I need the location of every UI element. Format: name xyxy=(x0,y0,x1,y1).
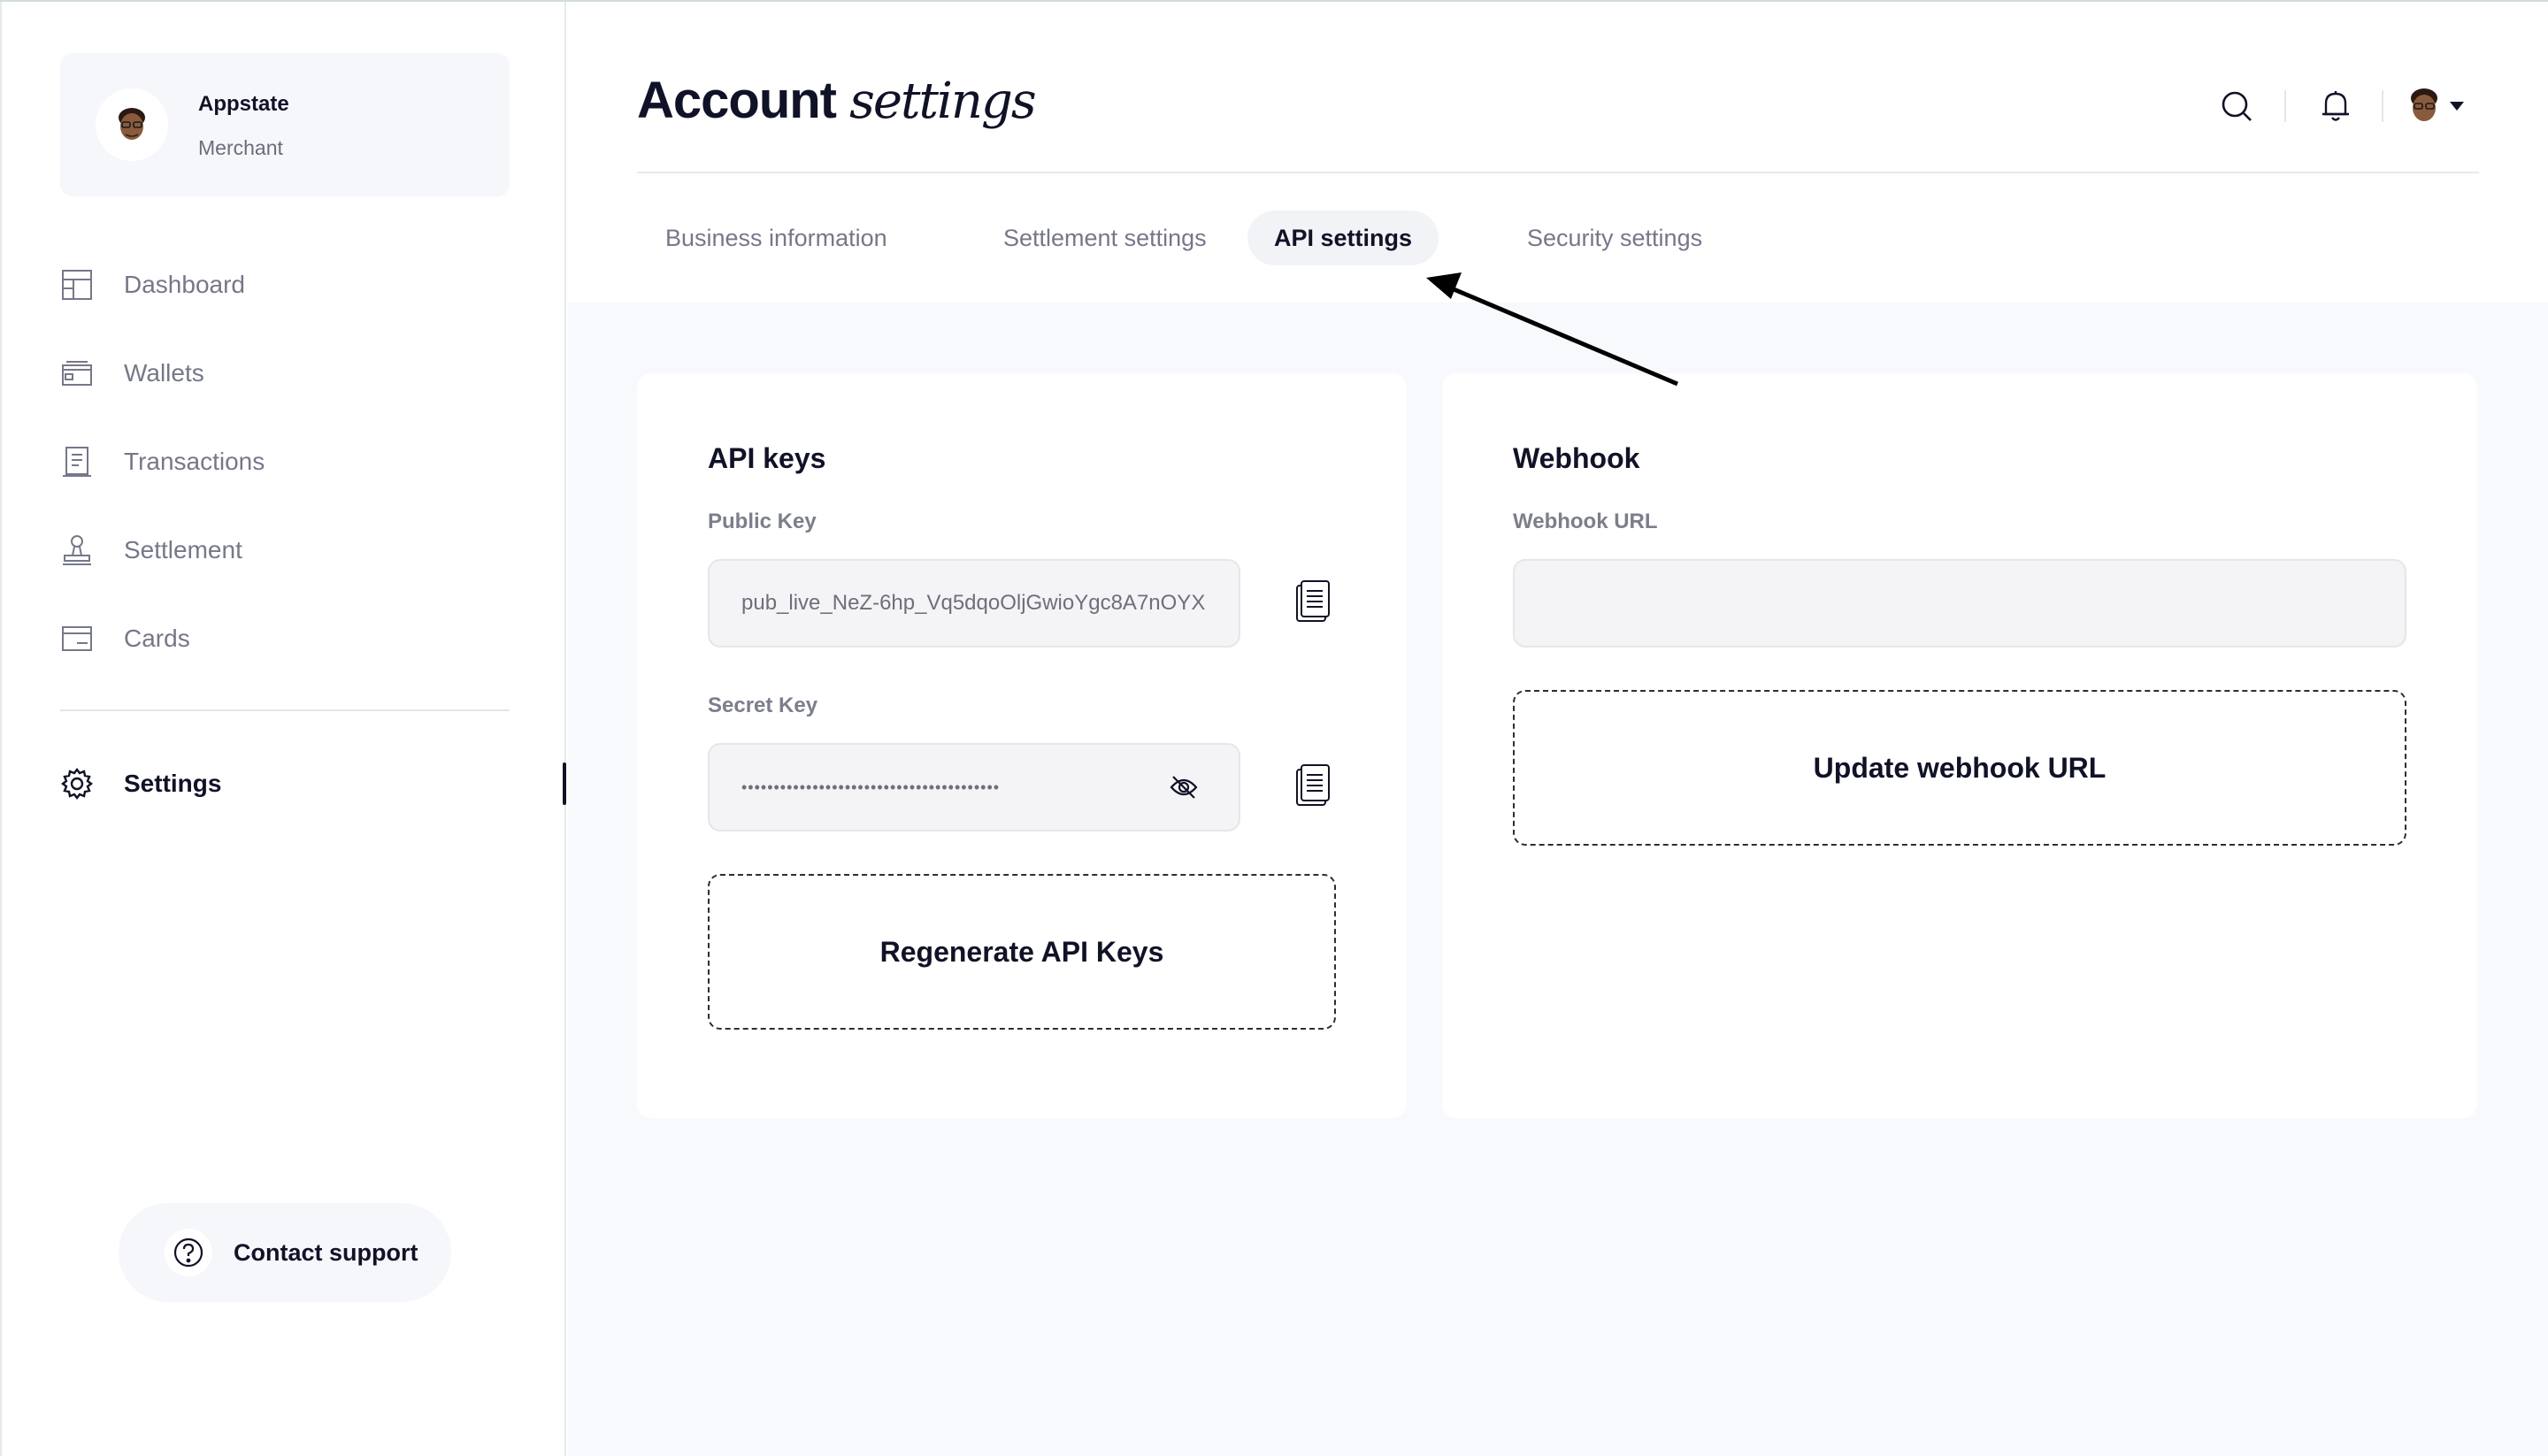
sidebar-item-cards[interactable]: Cards xyxy=(60,612,510,665)
sidebar-item-label: Cards xyxy=(124,625,190,652)
sidebar-divider xyxy=(60,709,510,711)
main-header: Account settings Business information Se… xyxy=(568,2,2548,303)
main-content: Account settings Business information Se… xyxy=(568,2,2548,1456)
sidebar-item-label: Wallets xyxy=(124,359,204,387)
public-key-field[interactable]: pub_live_NeZ-6hp_Vq5dqoOljGwioYgc8A7nOYX xyxy=(708,559,1240,648)
update-webhook-url-button[interactable]: Update webhook URL xyxy=(1513,690,2406,846)
sidebar-item-wallets[interactable]: Wallets xyxy=(60,347,510,400)
dashboard-icon xyxy=(60,268,94,302)
help-icon xyxy=(165,1229,212,1276)
regenerate-api-keys-button[interactable]: Regenerate API Keys xyxy=(708,874,1336,1030)
secret-key-field[interactable]: •••••••••••••••••••••••••••••••••••••••• xyxy=(708,743,1240,831)
profile-name: Appstate xyxy=(198,92,289,116)
sidebar-item-label: Settlement xyxy=(124,536,242,563)
tab-business-information[interactable]: Business information xyxy=(639,211,914,265)
api-keys-card: API keys Public Key pub_live_NeZ-6hp_Vq5… xyxy=(637,373,1407,1118)
page-title: Account settings xyxy=(637,71,1037,130)
webhook-url-input[interactable] xyxy=(1513,559,2406,648)
eye-off-icon[interactable] xyxy=(1168,771,1200,803)
profile-role: Merchant xyxy=(198,136,283,159)
card-icon xyxy=(60,622,94,655)
gear-icon xyxy=(60,767,94,801)
sidebar-item-label: Settings xyxy=(124,770,222,797)
memoji-avatar-icon xyxy=(96,88,168,161)
public-key-value: pub_live_NeZ-6hp_Vq5dqoOljGwioYgc8A7nOYX xyxy=(741,591,1206,615)
header-separator xyxy=(2382,90,2383,122)
sidebar-item-settlement[interactable]: Settlement xyxy=(60,524,510,577)
sidebar-item-settings[interactable]: Settings xyxy=(60,757,510,810)
active-indicator xyxy=(563,762,566,805)
secret-key-label: Secret Key xyxy=(708,694,818,717)
header-separator xyxy=(2284,90,2286,122)
tab-api-settings[interactable]: API settings xyxy=(1247,211,1439,265)
webhook-title: Webhook xyxy=(1513,442,1640,474)
caret-down-icon[interactable] xyxy=(2444,87,2470,126)
page-title-bold: Account xyxy=(637,72,837,129)
public-key-label: Public Key xyxy=(708,510,817,533)
stamp-icon xyxy=(60,533,94,567)
copy-public-key-icon[interactable] xyxy=(1292,579,1334,625)
header-divider xyxy=(637,172,2479,173)
wallet-icon xyxy=(60,356,94,390)
sidebar-item-label: Dashboard xyxy=(124,271,245,298)
tab-security-settings[interactable]: Security settings xyxy=(1500,211,1729,265)
contact-support-label: Contact support xyxy=(234,1238,418,1266)
api-keys-title: API keys xyxy=(708,442,826,474)
sidebar: Appstate Merchant Dashboard Wallets Tran… xyxy=(0,2,566,1456)
profile-card[interactable]: Appstate Merchant xyxy=(60,53,510,196)
sidebar-item-label: Transactions xyxy=(124,448,265,475)
copy-secret-key-icon[interactable] xyxy=(1292,762,1334,808)
secret-key-value: •••••••••••••••••••••••••••••••••••••••• xyxy=(741,778,1001,796)
webhook-url-label: Webhook URL xyxy=(1513,510,1658,533)
tab-settlement-settings[interactable]: Settlement settings xyxy=(977,211,1233,265)
avatar-icon[interactable] xyxy=(2405,87,2444,126)
webhook-card: Webhook Webhook URL Update webhook URL xyxy=(1442,373,2477,1118)
sidebar-item-dashboard[interactable]: Dashboard xyxy=(60,258,510,311)
page-title-italic: settings xyxy=(849,73,1036,130)
search-icon[interactable] xyxy=(2217,87,2256,126)
contact-support-button[interactable]: Contact support xyxy=(119,1203,451,1302)
receipt-icon xyxy=(60,445,94,479)
sidebar-item-transactions[interactable]: Transactions xyxy=(60,435,510,488)
bell-icon[interactable] xyxy=(2316,87,2355,126)
